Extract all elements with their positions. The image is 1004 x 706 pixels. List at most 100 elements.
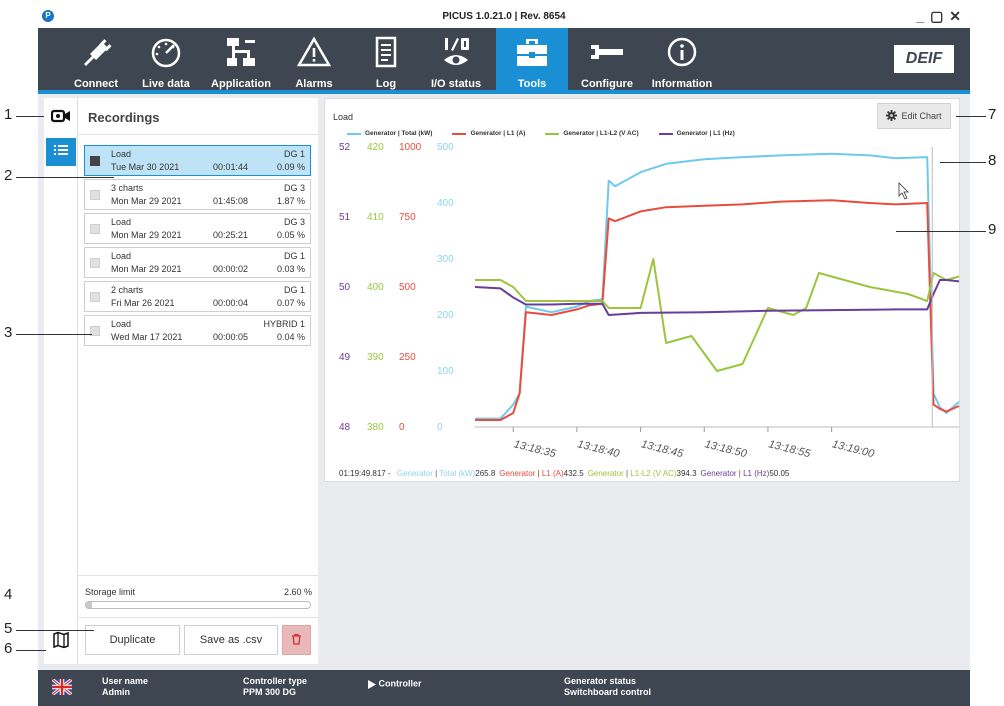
storage-progress-fill: [86, 602, 92, 608]
recording-item[interactable]: 2 charts DG 1 Fri Mar 26 2021 00:00:04 0…: [84, 281, 311, 312]
title-bar: P PICUS 1.0.21.0 | Rev. 8654 _ ▢ ✕: [38, 8, 970, 30]
recording-percent: 0.07 %: [276, 298, 305, 308]
top-nav: Connect Live data Application Alarms Log…: [38, 28, 970, 90]
nav-connect[interactable]: Connect: [68, 28, 124, 90]
y-tick-label: 250: [399, 352, 416, 363]
y-tick-label: 400: [367, 282, 384, 293]
nav-alarms-label: Alarms: [295, 78, 333, 90]
uk-flag-icon[interactable]: [51, 677, 73, 698]
y-tick-label: 380: [367, 422, 384, 433]
readout-series: Generator: [499, 469, 536, 478]
window-title: PICUS 1.0.21.0 | Rev. 8654: [442, 11, 566, 22]
recording-item[interactable]: 3 charts DG 3 Mon Mar 29 2021 01:45:08 1…: [84, 179, 311, 210]
recording-duration: 00:00:04: [213, 298, 249, 308]
recording-unit: HYBRID 1: [263, 319, 305, 329]
nav-io-status[interactable]: I/O status: [424, 28, 488, 90]
recording-item[interactable]: Load DG 3 Mon Mar 29 2021 00:25:21 0.05 …: [84, 213, 311, 244]
recording-item[interactable]: Load DG 1 Mon Mar 29 2021 00:00:02 0.03 …: [84, 247, 311, 278]
readout-param: L1 (Hz): [743, 469, 770, 478]
nav-tools[interactable]: Tools: [496, 28, 568, 90]
duplicate-button[interactable]: Duplicate: [85, 625, 180, 655]
recording-date: Mon Mar 29 2021: [111, 230, 182, 240]
nav-alarms[interactable]: Alarms: [284, 28, 344, 90]
series-line: [474, 279, 960, 316]
chart-plot[interactable]: 5251504948420410400390380100075050025005…: [325, 99, 961, 483]
divider: [78, 617, 318, 618]
window-controls[interactable]: _ ▢ ✕: [916, 8, 962, 25]
chart-panel: Load Edit Chart Generator | Total (kW) Ge…: [324, 98, 960, 482]
nav-live-data-label: Live data: [142, 78, 190, 90]
info-icon: [644, 34, 720, 70]
map-button[interactable]: [46, 628, 76, 656]
readout-param: Total (kW): [439, 469, 476, 478]
trash-icon: [291, 633, 302, 648]
recording-date: Fri Mar 26 2021: [111, 298, 175, 308]
y-tick-label: 48: [339, 422, 351, 433]
left-rail: [44, 98, 78, 664]
nav-information[interactable]: Information: [644, 28, 720, 90]
recording-date: Mon Mar 29 2021: [111, 264, 182, 274]
recording-item[interactable]: Load DG 1 Tue Mar 30 2021 00:01:44 0.09 …: [84, 145, 311, 176]
chart-readout: 01:19:49.817 - Generator | Total (kW)265…: [339, 469, 789, 478]
recording-percent: 0.05 %: [276, 230, 305, 240]
callout-8: 8: [988, 152, 997, 169]
y-tick-label: 50: [339, 282, 351, 293]
nav-information-label: Information: [651, 78, 713, 90]
readout-param: L1 (A): [541, 469, 564, 478]
recording-date: Wed Mar 17 2021: [111, 332, 183, 342]
storage-value: 2.60 %: [283, 587, 312, 597]
callout-line: [16, 177, 114, 178]
nav-log[interactable]: Log: [358, 28, 414, 90]
gauge-icon: [134, 34, 198, 70]
readout-time: 01:19:49.817 -: [339, 469, 391, 478]
nav-log-label: Log: [375, 78, 397, 90]
readout-value: 432.5: [563, 469, 584, 478]
recordings-button[interactable]: [46, 104, 76, 132]
y-tick-label: 390: [367, 352, 384, 363]
recording-checkbox[interactable]: [90, 156, 100, 166]
nav-io-status-label: I/O status: [430, 78, 482, 90]
readout-value: 265.8: [475, 469, 496, 478]
x-tick-label: 13:18:35: [512, 438, 557, 460]
io-eye-icon: [424, 34, 488, 70]
y-tick-label: 300: [437, 254, 454, 265]
controller-type-value: PPM 300 DG: [243, 687, 297, 697]
x-tick-label: 13:18:45: [640, 438, 685, 460]
nav-configure[interactable]: Configure: [576, 28, 638, 90]
x-tick-label: 13:18:55: [767, 438, 812, 460]
user-value: Admin: [102, 687, 130, 697]
readout-series: Generator: [396, 469, 433, 478]
nav-application[interactable]: Application: [206, 28, 276, 90]
user-label: User name: [102, 676, 149, 686]
callout-6: 6: [4, 640, 13, 657]
divider: [78, 575, 318, 576]
list-view-button[interactable]: [46, 138, 76, 166]
x-tick-label: 13:18:40: [576, 438, 621, 460]
recording-checkbox[interactable]: [90, 258, 100, 268]
recording-duration: 00:01:44: [213, 162, 249, 172]
y-tick-label: 400: [437, 198, 454, 209]
recording-percent: 0.03 %: [276, 264, 305, 274]
wrench-icon: [576, 34, 638, 70]
recording-checkbox[interactable]: [90, 190, 100, 200]
callout-7: 7: [988, 106, 997, 123]
controller-selector[interactable]: Controller: [368, 676, 422, 692]
nav-live-data[interactable]: Live data: [134, 28, 198, 90]
readout-items: Generator | Total (kW)265.8 Generator | L…: [393, 469, 790, 478]
y-tick-label: 0: [399, 422, 405, 433]
recording-duration: 00:00:02: [213, 264, 249, 274]
recording-checkbox[interactable]: [90, 292, 100, 302]
callout-line: [16, 334, 92, 335]
recording-name: Load: [111, 217, 132, 227]
delete-button[interactable]: [282, 625, 311, 655]
recording-item[interactable]: Load HYBRID 1 Wed Mar 17 2021 00:00:05 0…: [84, 315, 311, 346]
readout-param: L1-L2 (V AC): [630, 469, 677, 478]
x-tick-label: 13:18:50: [704, 438, 749, 460]
recording-unit: DG 3: [283, 217, 305, 227]
y-tick-label: 500: [399, 282, 416, 293]
callout-3: 3: [4, 324, 13, 341]
y-tick-label: 0: [437, 422, 443, 433]
recording-checkbox[interactable]: [90, 224, 100, 234]
save-csv-button[interactable]: Save as .csv: [184, 625, 278, 655]
warning-icon: [284, 34, 344, 70]
